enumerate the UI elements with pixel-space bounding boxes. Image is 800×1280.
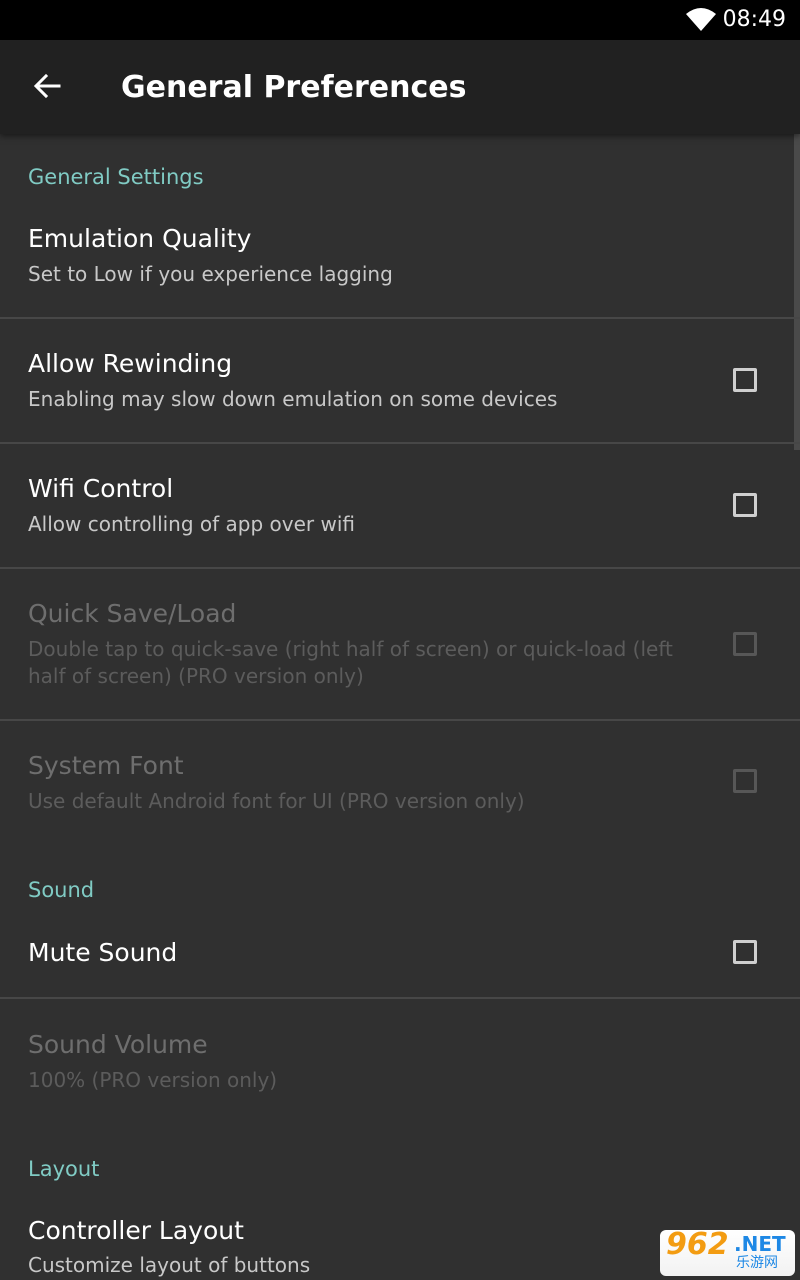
section-header-layout: Layout <box>28 1157 100 1181</box>
allow-rewinding-checkbox[interactable] <box>733 368 757 392</box>
pref-title: Wifi Control <box>28 474 174 503</box>
watermark-number: 962 <box>666 1230 729 1262</box>
pref-summary: Allow controlling of app over wifi <box>28 512 356 536</box>
wifi-control-checkbox[interactable] <box>733 493 757 517</box>
watermark-suffix: .NET <box>734 1232 786 1256</box>
quick-save-load-checkbox[interactable] <box>733 632 757 656</box>
section-header-sound: Sound <box>28 878 95 902</box>
pref-title: Emulation Quality <box>28 224 252 253</box>
system-font-checkbox[interactable] <box>733 769 757 793</box>
watermark-logo: 962 .NET 乐游网 <box>660 1230 795 1276</box>
pref-mute-sound[interactable]: Mute Sound <box>0 914 800 998</box>
pref-summary: Double tap to quick-save (right half of … <box>28 637 673 688</box>
pref-allow-rewinding[interactable]: Allow Rewinding Enabling may slow down e… <box>0 319 800 442</box>
preferences-list[interactable]: General Settings Emulation Quality Set t… <box>0 134 800 1280</box>
app-bar: General Preferences <box>0 40 800 134</box>
section-header-general-settings: General Settings <box>28 165 204 189</box>
wifi-icon <box>686 8 716 31</box>
pref-title: System Font <box>28 751 184 780</box>
pref-summary: Use default Android font for UI (PRO ver… <box>28 789 525 813</box>
pref-summary: Customize layout of buttons <box>28 1253 311 1277</box>
mute-sound-checkbox[interactable] <box>733 940 757 964</box>
status-time: 08:49 <box>722 7 786 32</box>
pref-summary: Set to Low if you experience lagging <box>28 262 393 286</box>
pref-emulation-quality[interactable]: Emulation Quality Set to Low if you expe… <box>0 202 800 318</box>
watermark-chinese: 乐游网 <box>736 1255 778 1271</box>
page-title: General Preferences <box>121 70 467 105</box>
pref-title: Mute Sound <box>28 938 178 967</box>
back-button[interactable] <box>24 63 70 109</box>
pref-title: Quick Save/Load <box>28 599 237 628</box>
pref-title: Allow Rewinding <box>28 349 233 378</box>
pref-title: Controller Layout <box>28 1216 244 1245</box>
pref-quick-save-load[interactable]: Quick Save/Load Double tap to quick-save… <box>0 569 800 719</box>
status-bar: 08:49 <box>0 0 800 40</box>
pref-system-font[interactable]: System Font Use default Android font for… <box>0 721 800 841</box>
pref-summary: Enabling may slow down emulation on some… <box>28 387 558 411</box>
arrow-left-icon <box>33 73 61 99</box>
pref-wifi-control[interactable]: Wifi Control Allow controlling of app ov… <box>0 444 800 567</box>
pref-title: Sound Volume <box>28 1030 208 1059</box>
pref-summary: 100% (PRO version only) <box>28 1068 278 1092</box>
pref-sound-volume[interactable]: Sound Volume 100% (PRO version only) <box>0 999 800 1119</box>
